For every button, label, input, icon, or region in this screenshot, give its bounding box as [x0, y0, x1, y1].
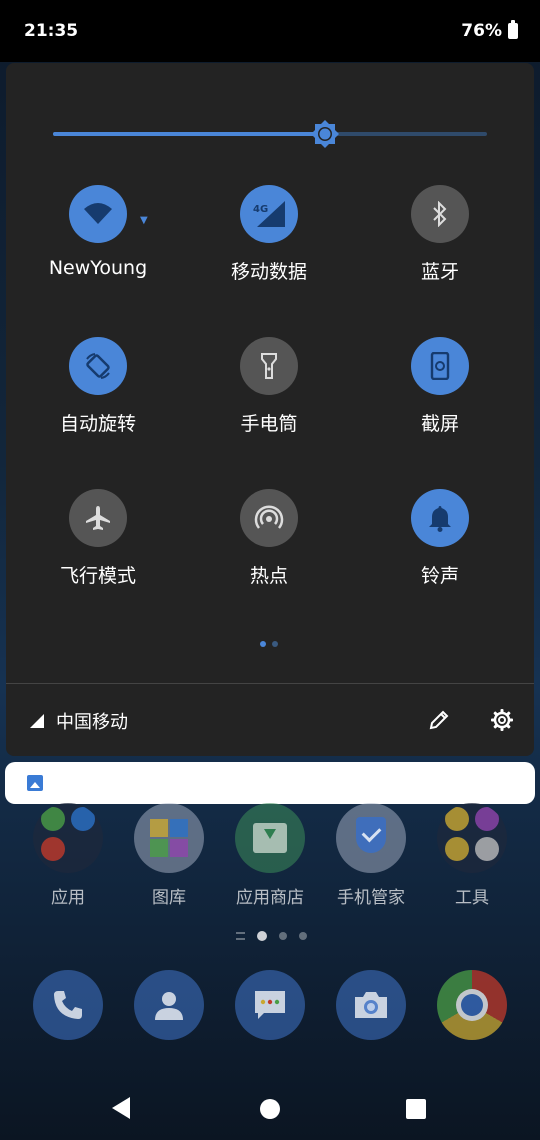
dock-phone[interactable]: [33, 970, 103, 1040]
screenshot-toggle[interactable]: [411, 337, 469, 395]
mobile-data-toggle[interactable]: 4G: [240, 185, 298, 243]
app-label: 工具: [455, 888, 489, 908]
tile-label: 热点: [249, 565, 288, 587]
carrier-name: 中国移动: [56, 712, 128, 733]
tile-airplane-mode[interactable]: 飞行模式: [13, 489, 183, 588]
gallery-icon: [134, 803, 204, 873]
tile-label: NewYoung: [48, 257, 148, 279]
battery-percent: 76%: [461, 21, 502, 41]
app-phone-manager[interactable]: 手机管家: [321, 803, 421, 908]
back-icon[interactable]: [112, 1097, 130, 1119]
edit-icon[interactable]: [428, 709, 450, 731]
phone-icon: [54, 991, 82, 1019]
tile-hotspot[interactable]: 热点: [184, 489, 354, 588]
app-folder-tools[interactable]: 工具: [422, 803, 522, 908]
screenshot-icon: [430, 352, 450, 380]
home-page-indicator: [236, 931, 307, 941]
page-indicator: [260, 641, 278, 647]
settings-gear-icon[interactable]: [490, 708, 514, 732]
flashlight-icon: [261, 353, 277, 379]
wifi-toggle[interactable]: [69, 185, 127, 243]
home-page-dot: [299, 932, 307, 940]
dock-contacts[interactable]: [134, 970, 204, 1040]
hotspot-toggle[interactable]: [240, 489, 298, 547]
contacts-icon: [155, 992, 183, 1020]
network-type-badge: 4G: [253, 204, 268, 215]
page-dot: [272, 641, 278, 647]
home-page-dot-active: [257, 931, 267, 941]
dock-browser[interactable]: [437, 970, 507, 1040]
airplane-icon: [86, 506, 110, 530]
tile-screenshot[interactable]: 截屏: [355, 337, 525, 436]
dock-messages[interactable]: [235, 970, 305, 1040]
home-page-dot: [279, 932, 287, 940]
chrome-icon: [456, 989, 488, 1021]
brightness-thumb-icon[interactable]: [310, 119, 340, 149]
flashlight-toggle[interactable]: [240, 337, 298, 395]
tile-label: 自动旋转: [59, 413, 136, 435]
app-drawer-icon[interactable]: [236, 932, 245, 940]
tile-mobile-data[interactable]: 4G 移动数据: [184, 185, 354, 284]
brightness-slider[interactable]: [53, 132, 487, 136]
app-store-icon: [235, 803, 305, 873]
phone-manager-icon: [336, 803, 406, 873]
app-store[interactable]: 应用商店: [220, 803, 320, 908]
tile-label: 飞行模式: [59, 565, 136, 587]
auto-rotate-icon: [86, 353, 110, 379]
quick-settings-panel: ▼ NewYoung 4G 移动数据 蓝牙 自动旋转 手电筒 截屏 飞行模式 热…: [6, 63, 534, 756]
status-bar: 21:35 76%: [0, 0, 540, 62]
tools-folder-icon: [437, 803, 507, 873]
app-label: 应用商店: [236, 888, 304, 908]
app-folder-apps[interactable]: 应用: [18, 803, 118, 908]
battery-icon: [508, 20, 518, 39]
dock-camera[interactable]: [336, 970, 406, 1040]
ringtone-toggle[interactable]: [411, 489, 469, 547]
camera-icon: [355, 992, 387, 1018]
divider: [6, 683, 534, 684]
app-label: 应用: [51, 888, 85, 908]
hotspot-icon: [254, 505, 284, 529]
wifi-dropdown-icon[interactable]: ▼: [140, 215, 148, 226]
bluetooth-toggle[interactable]: [411, 185, 469, 243]
app-label: 手机管家: [337, 888, 405, 908]
auto-rotate-toggle[interactable]: [69, 337, 127, 395]
bell-icon: [429, 506, 451, 532]
status-time: 21:35: [24, 21, 79, 41]
navigation-bar: [0, 1078, 540, 1140]
tile-label: 蓝牙: [420, 261, 459, 283]
page-dot-active: [260, 641, 266, 647]
tile-wifi[interactable]: ▼ NewYoung: [13, 185, 183, 279]
wifi-icon: [84, 203, 112, 224]
airplane-toggle[interactable]: [69, 489, 127, 547]
signal-icon: [30, 714, 44, 728]
app-gallery[interactable]: 图库: [119, 803, 219, 908]
tile-label: 铃声: [420, 565, 459, 587]
tile-flashlight[interactable]: 手电筒: [184, 337, 354, 436]
image-icon: [27, 775, 43, 791]
mobile-data-icon: 4G: [253, 201, 285, 227]
status-right: 76%: [461, 20, 518, 41]
bluetooth-icon: [433, 201, 447, 227]
tile-label: 移动数据: [230, 261, 307, 283]
tile-ringtone[interactable]: 铃声: [355, 489, 525, 588]
carrier-info: 中国移动: [30, 708, 128, 734]
apps-folder-icon: [33, 803, 103, 873]
messages-icon: [255, 991, 285, 1019]
tile-auto-rotate[interactable]: 自动旋转: [13, 337, 183, 436]
recents-icon[interactable]: [406, 1099, 426, 1119]
brightness-fill: [53, 132, 326, 136]
tile-label: 手电筒: [240, 413, 298, 435]
tile-label: 截屏: [420, 413, 459, 435]
home-icon[interactable]: [260, 1099, 280, 1119]
app-label: 图库: [152, 888, 186, 908]
notification-card[interactable]: [5, 762, 535, 804]
tile-bluetooth[interactable]: 蓝牙: [355, 185, 525, 284]
